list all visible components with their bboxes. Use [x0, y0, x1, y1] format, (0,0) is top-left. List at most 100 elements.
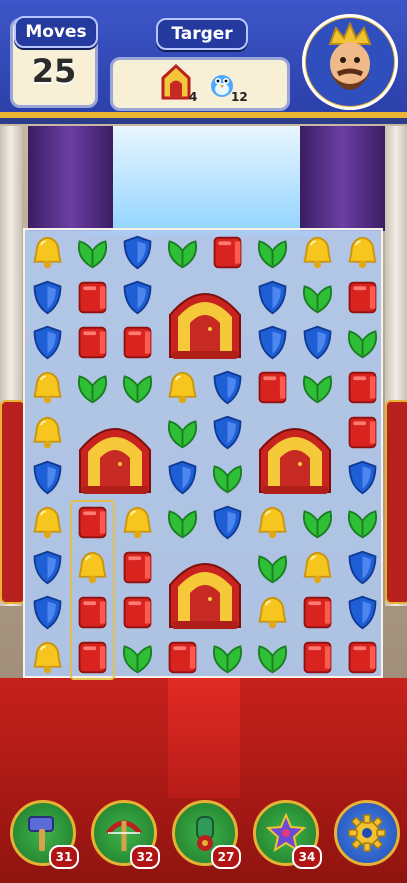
board-tile[interactable] [25, 500, 70, 545]
board-tile[interactable] [250, 230, 295, 275]
leaf-icon [74, 369, 111, 406]
leaf-icon [344, 504, 381, 541]
board-tile[interactable] [250, 635, 295, 680]
cannon-booster-button[interactable]: 27 [172, 800, 241, 869]
board-tile[interactable] [295, 500, 340, 545]
hammer-count-badge: 31 [49, 845, 79, 869]
board-tile[interactable] [115, 500, 160, 545]
board-tile[interactable] [160, 230, 205, 275]
board-tile[interactable] [295, 365, 340, 410]
red-carpet [168, 678, 240, 798]
board-tile[interactable] [250, 500, 295, 545]
crossbow-booster-button[interactable]: 32 [91, 800, 160, 869]
board-tile[interactable] [115, 545, 160, 590]
board-tile[interactable] [25, 410, 70, 455]
shield-icon [164, 459, 201, 496]
king-avatar[interactable] [302, 14, 398, 110]
leaf-icon [299, 279, 336, 316]
gear-icon [348, 814, 386, 852]
board-tile[interactable] [70, 590, 115, 635]
board-tile[interactable] [340, 545, 385, 590]
board-tile[interactable] [295, 545, 340, 590]
bell-icon [29, 639, 66, 676]
book-icon [74, 504, 111, 541]
book-icon [299, 639, 336, 676]
board-tile[interactable] [205, 410, 250, 455]
board-tile[interactable] [250, 545, 295, 590]
book-icon [74, 279, 111, 316]
board-tile[interactable] [205, 500, 250, 545]
board-tile[interactable] [115, 365, 160, 410]
board-tile[interactable] [340, 455, 385, 500]
board-tile[interactable] [295, 275, 340, 320]
board-tile[interactable] [205, 365, 250, 410]
board-tile[interactable] [25, 590, 70, 635]
board-tile[interactable] [250, 320, 295, 365]
board-tile[interactable] [25, 545, 70, 590]
book-icon [119, 549, 156, 586]
doghouse-icon [161, 64, 191, 100]
board-tile[interactable] [70, 320, 115, 365]
board-tile[interactable] [160, 365, 205, 410]
board-tile[interactable] [250, 275, 295, 320]
board-tile[interactable] [340, 410, 385, 455]
board-tile[interactable] [340, 500, 385, 545]
board-tile[interactable] [295, 230, 340, 275]
board-tile[interactable] [115, 635, 160, 680]
board-tile[interactable] [70, 230, 115, 275]
board-tile[interactable] [25, 635, 70, 680]
doghouse-icon [169, 563, 241, 629]
doghouse-blocker[interactable] [164, 279, 246, 361]
book-icon [209, 234, 246, 271]
board-tile[interactable] [340, 320, 385, 365]
board-tile[interactable] [25, 320, 70, 365]
leaf-icon [164, 234, 201, 271]
board-tile[interactable] [70, 365, 115, 410]
bell-icon [29, 504, 66, 541]
board-tile[interactable] [340, 590, 385, 635]
board-tile[interactable] [70, 500, 115, 545]
jester-hat-booster-button[interactable]: 34 [253, 800, 322, 869]
board-tile[interactable] [70, 635, 115, 680]
board-tile[interactable] [25, 455, 70, 500]
doghouse-blocker[interactable] [254, 414, 336, 496]
doghouse-blocker[interactable] [74, 414, 156, 496]
board-tile[interactable] [115, 320, 160, 365]
board-tile[interactable] [295, 590, 340, 635]
hammer-booster-button[interactable]: 31 [10, 800, 79, 869]
board-tile[interactable] [25, 365, 70, 410]
board-tile[interactable] [160, 635, 205, 680]
board-tile[interactable] [25, 230, 70, 275]
board-tile[interactable] [160, 500, 205, 545]
board-tile[interactable] [115, 275, 160, 320]
settings-button[interactable] [334, 800, 400, 866]
board-tile[interactable] [340, 365, 385, 410]
board-tile[interactable] [160, 455, 205, 500]
book-icon [254, 369, 291, 406]
shield-icon [29, 549, 66, 586]
board-tile[interactable] [250, 365, 295, 410]
leaf-icon [209, 459, 246, 496]
moves-label: Moves [14, 16, 98, 48]
board-tile[interactable] [340, 635, 385, 680]
board-tile[interactable] [340, 275, 385, 320]
board-tile[interactable] [340, 230, 385, 275]
game-board[interactable] [23, 228, 385, 680]
board-tile[interactable] [295, 320, 340, 365]
board-tile[interactable] [160, 410, 205, 455]
board-tile[interactable] [205, 230, 250, 275]
board-tile[interactable] [25, 275, 70, 320]
shield-icon [254, 279, 291, 316]
board-tile[interactable] [205, 635, 250, 680]
board-tile[interactable] [295, 635, 340, 680]
board-tile[interactable] [70, 275, 115, 320]
board-tile[interactable] [115, 590, 160, 635]
bell-icon [344, 234, 381, 271]
board-tile[interactable] [205, 455, 250, 500]
board-tile[interactable] [115, 230, 160, 275]
book-icon [344, 414, 381, 451]
shield-icon [254, 324, 291, 361]
doghouse-blocker[interactable] [164, 549, 246, 631]
board-tile[interactable] [70, 545, 115, 590]
board-tile[interactable] [250, 590, 295, 635]
